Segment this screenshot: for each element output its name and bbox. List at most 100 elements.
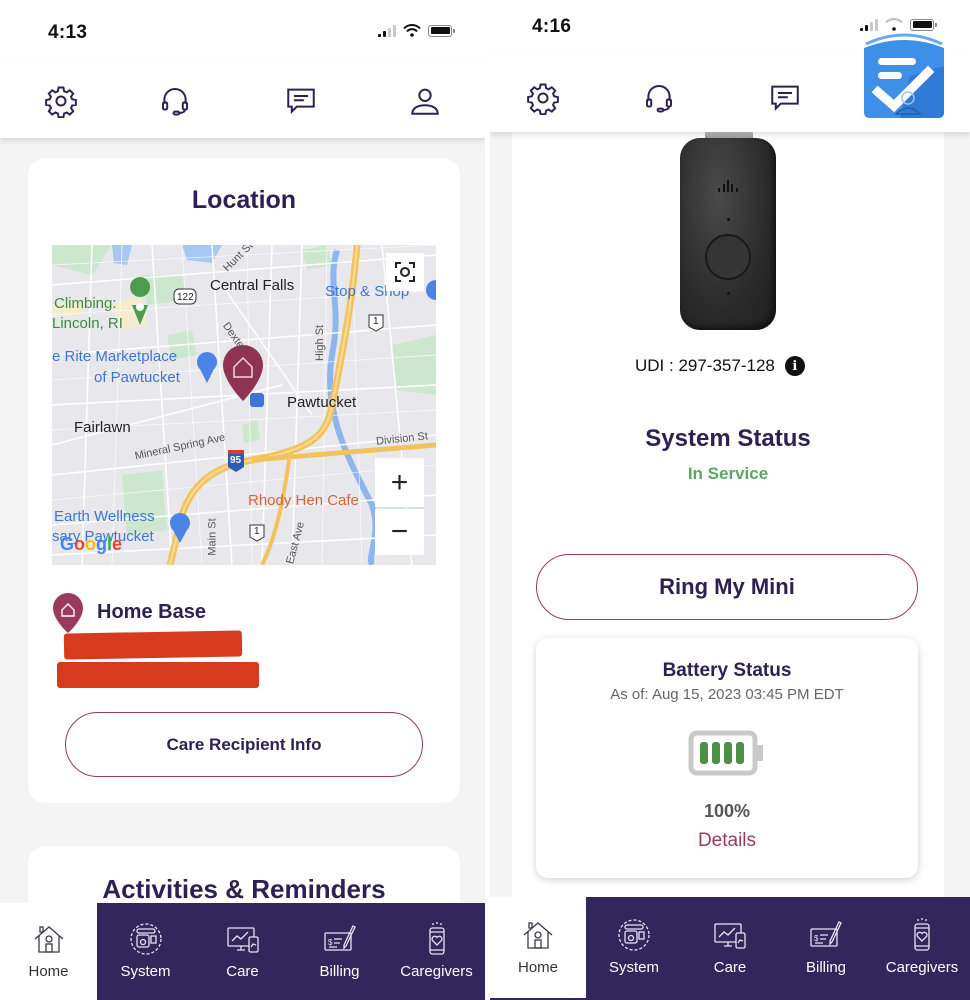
- map-label: of Pawtucket: [94, 369, 180, 386]
- tab-label: Caregivers: [400, 963, 473, 980]
- map-label: Fairlawn: [74, 419, 131, 436]
- top-nav: [0, 62, 485, 138]
- signal-icon: [378, 24, 396, 37]
- care-monitor-icon: [714, 923, 746, 949]
- map-label: High St: [314, 324, 327, 362]
- battery-cell: [700, 742, 708, 764]
- ring-my-mini-button[interactable]: Ring My Mini: [536, 554, 918, 620]
- status-time: 4:13: [48, 22, 88, 43]
- screenshot-root: 4:13 Location Central Falls Stop & Shop …: [0, 0, 970, 1000]
- redacted-address-line-1: [63, 630, 243, 660]
- battery-status-title: Battery Status: [662, 660, 792, 681]
- battery-status-card: Battery Status As of: Aug 15, 2023 03:45…: [536, 638, 918, 878]
- map-label: e Rite Marketplace: [52, 348, 178, 365]
- tab-label: Home: [517, 959, 558, 976]
- activities-title: Activities & Reminders: [102, 874, 386, 904]
- home-icon: [523, 922, 553, 949]
- messages-chat-icon[interactable]: [768, 81, 802, 115]
- tab-care[interactable]: Care: [194, 903, 291, 1000]
- status-icons: [378, 24, 455, 37]
- recenter-icon: [395, 262, 415, 282]
- home-base-pin-icon: [53, 593, 83, 633]
- route-shield-label: 1: [373, 316, 379, 327]
- location-map[interactable]: Central Falls Stop & Shop Climbing: Linc…: [52, 245, 436, 565]
- tab-billing[interactable]: $ Billing: [778, 897, 874, 998]
- udi-row: UDI : 297-357-128 i: [635, 356, 805, 376]
- system-device-icon: [129, 923, 162, 955]
- mini-device-image: [680, 138, 776, 330]
- billing-check-icon: $: [323, 925, 356, 951]
- device-speaker-grille: [718, 180, 738, 192]
- settings-gear-icon[interactable]: [526, 81, 560, 116]
- left-phone-screen: 4:13 Location Central Falls Stop & Shop …: [0, 0, 485, 1000]
- messages-chat-icon[interactable]: [284, 84, 318, 118]
- tab-system[interactable]: System: [586, 897, 682, 998]
- status-time: 4:16: [532, 16, 572, 37]
- svg-text:$: $: [814, 934, 819, 943]
- battery-percent: 100%: [703, 801, 751, 821]
- right-phone-screen: 4:16 UDI: 297-357-128 i System Status I…: [490, 0, 970, 1000]
- map-label: Lincoln, RI: [52, 315, 123, 332]
- system-status-value: In Service: [687, 464, 769, 483]
- tab-caregivers[interactable]: Caregivers: [388, 903, 485, 1000]
- battery-status-icon: [428, 24, 455, 37]
- route-shield-label: 122: [177, 292, 194, 303]
- battery-as-of: As of: Aug 15, 2023 03:45 PM EDT: [610, 686, 844, 703]
- support-headset-icon[interactable]: [158, 84, 192, 118]
- battery-cell: [736, 742, 744, 764]
- billing-check-icon: $: [810, 921, 842, 947]
- tab-label: Care: [226, 963, 259, 980]
- system-device-icon: [618, 919, 650, 951]
- bottom-tab-bar: Home System Care $ Billing Caregivers: [0, 903, 485, 1000]
- map-label: Climbing:: [54, 295, 117, 312]
- battery-details-link[interactable]: Details: [536, 830, 918, 852]
- tab-label: System: [608, 959, 659, 976]
- tab-label: Billing: [319, 963, 360, 980]
- redacted-address-line-2: [57, 662, 259, 688]
- map-label: Main St: [206, 518, 219, 556]
- battery-cell: [712, 742, 720, 764]
- caregivers-phone-heart-icon: [914, 918, 930, 951]
- map-zoom-out-button[interactable]: −: [375, 509, 424, 555]
- battery-level-icon: [688, 730, 763, 776]
- status-bar: 4:13: [0, 0, 485, 62]
- route-shield-label: 1: [254, 526, 260, 537]
- udi-label: UDI : 297-357-128: [635, 356, 775, 375]
- route-shield-label: 95: [230, 455, 242, 466]
- battery-cell: [724, 742, 732, 764]
- support-headset-icon[interactable]: [642, 81, 676, 115]
- settings-gear-icon[interactable]: [44, 84, 78, 119]
- map-label: Central Falls: [210, 277, 295, 294]
- tab-home[interactable]: Home: [0, 903, 97, 1000]
- info-icon[interactable]: i: [784, 356, 805, 376]
- bottom-tab-bar: Home System Care $ Billing Caregivers: [490, 897, 970, 1000]
- task-checklist-overlay-icon[interactable]: [860, 26, 948, 120]
- tab-label: Home: [28, 963, 69, 980]
- tab-label: System: [120, 963, 171, 980]
- map-zoom-in-button[interactable]: +: [375, 458, 424, 508]
- tab-label: Billing: [805, 959, 847, 976]
- tab-care[interactable]: Care: [682, 897, 778, 998]
- tab-label: Caregivers: [885, 959, 959, 976]
- map-recenter-button[interactable]: [386, 253, 424, 291]
- tab-billing[interactable]: $ Billing: [291, 903, 388, 1000]
- wifi-icon: [403, 24, 421, 37]
- tab-label: Care: [713, 959, 747, 976]
- map-label: Pawtucket: [287, 394, 357, 411]
- google-logo: Google: [60, 534, 123, 554]
- map-label: Rhody Hen Cafe: [248, 492, 359, 509]
- tab-system[interactable]: System: [97, 903, 194, 1000]
- caregivers-phone-heart-icon: [428, 922, 445, 955]
- svg-text:$: $: [328, 938, 333, 947]
- location-title: Location: [191, 186, 297, 214]
- profile-user-icon[interactable]: [408, 84, 442, 118]
- system-status-title: System Status: [645, 425, 811, 452]
- care-recipient-info-button[interactable]: Care Recipient Info: [65, 712, 423, 777]
- care-monitor-icon: [226, 927, 259, 953]
- map-label: Earth Wellness: [54, 508, 155, 525]
- tab-home[interactable]: Home: [490, 897, 586, 998]
- tab-caregivers[interactable]: Caregivers: [874, 897, 970, 998]
- home-base-label: Home Base: [97, 601, 206, 623]
- device-sos-button: [705, 234, 751, 280]
- home-icon: [34, 926, 63, 953]
